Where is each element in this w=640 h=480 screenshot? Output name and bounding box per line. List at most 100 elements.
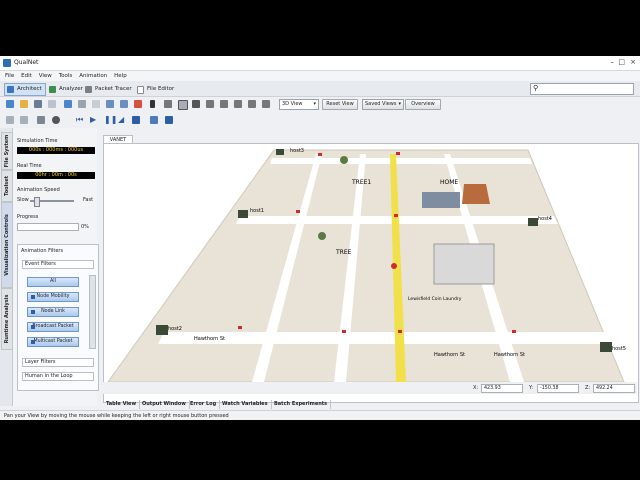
- tab-file-system-label: File System: [4, 134, 10, 168]
- home-building: [462, 184, 490, 204]
- search-input[interactable]: ⚲: [530, 83, 634, 95]
- multicast-icon: [31, 340, 35, 344]
- slow-label: Slow: [17, 197, 29, 203]
- filter-node-link-button[interactable]: Node Link: [27, 307, 79, 317]
- slider-handle[interactable]: [34, 197, 40, 207]
- packet-tracer-mode-button[interactable]: Packet Tracer: [82, 83, 136, 96]
- delete-icon[interactable]: [134, 100, 142, 108]
- z-coord-value: 492.24: [593, 384, 635, 393]
- tab-error-log[interactable]: Error Log: [187, 400, 221, 409]
- app-icon: [3, 59, 11, 67]
- node-link-icon: [31, 310, 35, 314]
- tab-watch-variables[interactable]: Watch Variables: [219, 400, 272, 409]
- menu-help[interactable]: Help: [114, 71, 127, 81]
- packet-tracer-icon: [85, 86, 92, 93]
- menu-view[interactable]: View: [39, 71, 52, 81]
- rotate-icon[interactable]: [234, 100, 242, 108]
- zoom-in-icon[interactable]: [206, 100, 214, 108]
- file-editor-mode-button[interactable]: File Editor: [134, 83, 178, 96]
- stop-icon[interactable]: [132, 116, 140, 124]
- tab-toolset[interactable]: Toolset: [1, 170, 13, 202]
- tab-batch-experiments[interactable]: Batch Experiments: [271, 400, 332, 409]
- host5-node[interactable]: [600, 342, 612, 352]
- layout-icon[interactable]: [20, 116, 28, 124]
- node-mobility-icon: [31, 295, 35, 299]
- flag-marker: [238, 326, 242, 329]
- open-icon[interactable]: [20, 100, 28, 108]
- grid-icon[interactable]: [6, 116, 14, 124]
- filter-multicast-button[interactable]: Multicast Packet: [27, 337, 79, 347]
- print-icon[interactable]: [48, 100, 56, 108]
- 3d-scene[interactable]: host3 host1 TREE1 HOME host4 TREE host2 …: [104, 144, 638, 402]
- tab-output-window[interactable]: Output Window: [139, 400, 190, 409]
- label-tree: TREE: [335, 249, 352, 256]
- filter-node-mobility-label: Node Mobility: [36, 294, 70, 299]
- filter-multicast-label: Multicast Packet: [33, 339, 73, 344]
- host3-node[interactable]: [276, 149, 284, 155]
- tab-visualization-controls[interactable]: Visualization Controls: [1, 202, 13, 288]
- menu-animation[interactable]: Animation: [79, 71, 107, 81]
- record-icon[interactable]: [52, 116, 60, 124]
- menu-edit[interactable]: Edit: [21, 71, 32, 81]
- minimize-icon[interactable]: –: [611, 58, 615, 66]
- tilt-icon[interactable]: [248, 100, 256, 108]
- rewind-icon[interactable]: ⏮: [76, 116, 84, 124]
- tab-file-system[interactable]: File System: [1, 132, 13, 170]
- architect-mode-button[interactable]: Architect: [4, 83, 46, 96]
- host2-node[interactable]: [156, 325, 168, 335]
- copy-icon[interactable]: [78, 100, 86, 108]
- step-icon[interactable]: ◢: [118, 116, 126, 124]
- reset-view-button[interactable]: Reset View: [322, 99, 358, 110]
- properties-icon[interactable]: [37, 116, 45, 124]
- undo-icon[interactable]: [106, 100, 114, 108]
- cut-icon[interactable]: [64, 100, 72, 108]
- layer-filters-label[interactable]: Layer Filters: [22, 358, 94, 367]
- tab-runtime-analysis[interactable]: Runtime Analysis: [1, 288, 13, 350]
- flag-marker: [296, 210, 300, 213]
- zoom-out-icon[interactable]: [220, 100, 228, 108]
- maximize-icon[interactable]: □: [618, 58, 625, 66]
- save-icon[interactable]: [34, 100, 42, 108]
- animation-speed-slider[interactable]: [30, 197, 74, 207]
- overview-button[interactable]: Overview: [405, 99, 441, 110]
- stats-icon[interactable]: [165, 116, 173, 124]
- filters-scrollbar[interactable]: [89, 275, 96, 349]
- saved-views-select[interactable]: Saved Views ▾: [362, 99, 404, 110]
- label-host3: host3: [290, 148, 304, 154]
- paste-icon[interactable]: [92, 100, 100, 108]
- fit-icon[interactable]: [262, 100, 270, 108]
- real-time-label: Real Time: [17, 163, 42, 169]
- zoom-icon[interactable]: [192, 100, 200, 108]
- coordinate-readout: X: 423.93 Y: -150.38 Z: 492.24: [103, 382, 637, 394]
- y-coord-label: Y:: [529, 385, 534, 391]
- animation-filters-label: Animation Filters: [21, 248, 64, 254]
- filter-broadcast-button[interactable]: Broadcast Packet: [27, 322, 79, 332]
- filter-node-mobility-button[interactable]: Node Mobility: [27, 292, 79, 302]
- pan-hand-icon[interactable]: [178, 100, 188, 110]
- label-hawthorn-st-1: Hawthorn St: [194, 336, 225, 342]
- menu-tools[interactable]: Tools: [59, 71, 73, 81]
- analyzer-mode-button[interactable]: Analyzer: [46, 83, 87, 96]
- host4-node[interactable]: [528, 218, 538, 226]
- menu-file[interactable]: File: [5, 71, 14, 81]
- chart-icon[interactable]: [150, 116, 158, 124]
- view-select[interactable]: 3D View ▾: [279, 99, 319, 110]
- saved-views-label: Saved Views: [365, 101, 397, 107]
- human-in-loop-label[interactable]: Human in the Loop: [22, 372, 94, 381]
- lasso-icon[interactable]: [164, 100, 172, 108]
- close-icon[interactable]: ×: [630, 58, 636, 66]
- architect-label: Architect: [17, 86, 42, 92]
- qualnet-window: QualNet – □ × File Edit View Tools Anima…: [0, 56, 640, 420]
- pause-icon[interactable]: ❚❚: [104, 116, 117, 124]
- redo-icon[interactable]: [120, 100, 128, 108]
- select-arrow-icon[interactable]: [150, 100, 155, 108]
- host1-node[interactable]: [238, 210, 248, 218]
- 3d-viewport[interactable]: host3 host1 TREE1 HOME host4 TREE host2 …: [103, 143, 639, 403]
- progress-label: Progress: [17, 214, 39, 220]
- filter-all-button[interactable]: All: [27, 277, 79, 287]
- play-icon[interactable]: ▶: [90, 116, 98, 124]
- progress-value: 0%: [81, 224, 89, 230]
- tab-table-view[interactable]: Table View: [103, 400, 141, 409]
- new-icon[interactable]: [6, 100, 14, 108]
- chevron-down-icon: ▾: [313, 101, 316, 107]
